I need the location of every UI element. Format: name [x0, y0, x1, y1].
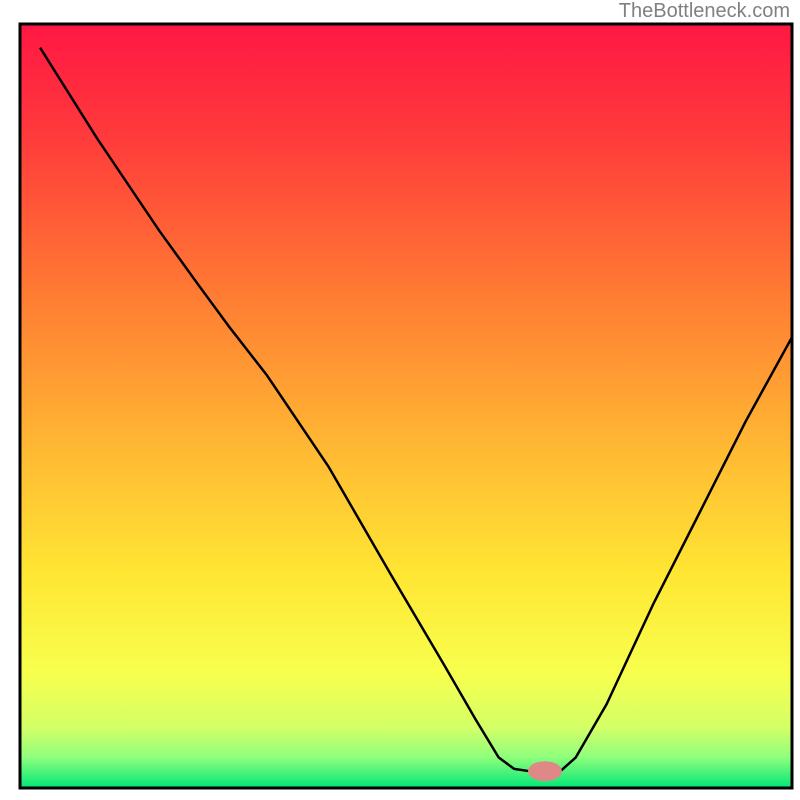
watermark-text: TheBottleneck.com	[619, 0, 790, 23]
plot-background	[20, 24, 792, 788]
optimal-marker	[528, 761, 562, 781]
bottleneck-chart	[0, 0, 800, 800]
chart-container: TheBottleneck.com	[0, 0, 800, 800]
